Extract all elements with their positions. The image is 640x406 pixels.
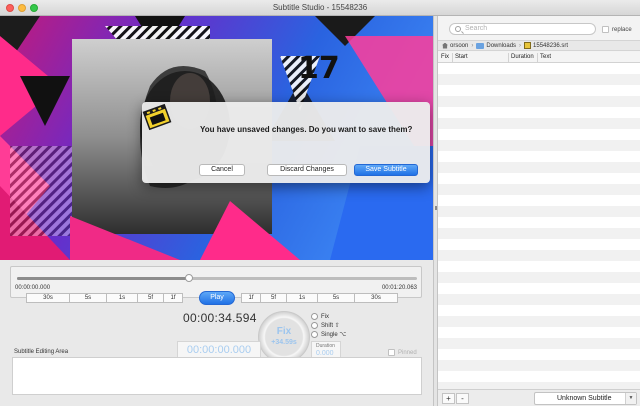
home-icon [442,42,448,49]
language-value: Unknown Subtitle [557,395,612,402]
search-input[interactable]: Search [449,23,596,35]
drag-handle-icon [435,206,437,210]
save-subtitle-button[interactable]: Save Subtitle [354,164,418,176]
column-start[interactable]: Start [455,54,468,60]
subtitle-file-icon [524,42,532,49]
player-controls: 00:00:00.000 00:01:20.063 30s 5s 1s 5f 1… [0,260,433,406]
video-preview: 17 You have unsaved changes. Do you want… [0,16,433,260]
column-divider [537,53,538,62]
jump-back-5f-button[interactable]: 5f [137,293,164,303]
column-duration[interactable]: Duration [511,54,534,60]
dialog-message: You have unsaved changes. Do you want to… [200,125,413,134]
add-subtitle-button[interactable]: + [442,393,455,404]
path-separator-icon: › [519,42,522,49]
mode-shift-label: Shift ⇧ [321,323,340,329]
subtitle-language-select[interactable]: Unknown Subtitle ▼ [534,392,637,405]
timeline-progress [17,277,189,280]
path-file[interactable]: 15548236.srt [533,43,568,49]
duration-value: 0.000 [316,350,334,357]
replace-label: replace [612,26,632,33]
overlay-number: 17 [298,51,340,86]
search-icon [455,26,461,32]
column-divider [452,53,453,62]
path-home[interactable]: orsoon [450,43,468,49]
timeline-slider[interactable] [17,274,417,282]
pinned-label: Pinned [398,349,417,356]
table-header: Fix Start Duration Text [438,52,640,63]
sidebar-bottom-bar: + - Unknown Subtitle ▼ [438,389,640,406]
mode-shift-radio[interactable]: Shift ⇧ [311,322,340,329]
radio-circle-icon [311,313,318,320]
chevron-down-icon: ▼ [625,393,636,404]
jump-back-5s-button[interactable]: 5s [69,293,107,303]
subtitle-text-editor[interactable] [12,357,422,395]
jump-back-30s-button[interactable]: 30s [26,293,70,303]
unsaved-changes-dialog: You have unsaved changes. Do you want to… [142,102,430,183]
subtitle-table-body[interactable] [438,63,640,389]
jump-forward-5s-button[interactable]: 5s [317,293,355,303]
subtitle-list-panel: Search replace orsoon › Downloads › 1554… [438,16,640,406]
checkbox-icon [602,26,609,33]
jump-back-group: 30s 5s 1s 5f 1f [26,293,183,303]
mode-single-radio[interactable]: Single ⌥ [311,331,346,338]
duration-label: Duration [316,343,335,349]
checkbox-icon [388,349,395,356]
fix-offset-value: +34.59s [271,339,297,346]
editing-area-label: Subtitle Editing Area [14,349,69,355]
jump-forward-1s-button[interactable]: 1s [286,293,318,303]
pinned-checkbox[interactable]: Pinned [388,349,417,356]
jump-back-1f-button[interactable]: 1f [163,293,183,303]
timeline-start-time: 00:00:00.000 [15,285,51,291]
jump-forward-30s-button[interactable]: 30s [354,293,398,303]
path-folder[interactable]: Downloads [486,43,516,49]
path-bar: orsoon › Downloads › 15548236.srt [438,40,640,51]
mode-fix-label: Fix [321,313,329,320]
column-fix[interactable]: Fix [441,54,449,60]
remove-subtitle-button[interactable]: - [456,393,469,404]
jump-forward-5f-button[interactable]: 5f [260,293,287,303]
current-time-display: 00:00:34.594 [183,311,257,325]
play-button[interactable]: Play [199,291,235,305]
discard-changes-button[interactable]: Discard Changes [267,164,347,176]
mode-fix-radio[interactable]: Fix [311,313,329,320]
path-separator-icon: › [471,42,474,49]
cancel-button[interactable]: Cancel [199,164,245,176]
film-clapper-icon [142,103,172,131]
jump-forward-group: 1f 5f 1s 5s 30s [241,293,398,303]
search-placeholder: Search [465,25,488,32]
mode-single-label: Single ⌥ [321,332,347,338]
window-title: Subtitle Studio - 15548236 [272,3,368,12]
column-text[interactable]: Text [540,54,551,60]
jump-back-1s-button[interactable]: 1s [106,293,138,303]
title-bar: Subtitle Studio - 15548236 [0,0,640,16]
column-divider [508,53,509,62]
fix-button-label: Fix [276,326,292,337]
replace-checkbox[interactable]: replace [602,26,632,33]
fix-button[interactable]: Fix +34.59s [258,311,310,363]
jump-forward-1f-button[interactable]: 1f [241,293,261,303]
timeline-handle[interactable] [185,274,193,282]
radio-circle-icon [311,322,318,329]
timeline-end-time: 00:01:20.063 [381,285,417,291]
folder-icon [476,42,485,49]
radio-circle-icon [311,331,318,338]
